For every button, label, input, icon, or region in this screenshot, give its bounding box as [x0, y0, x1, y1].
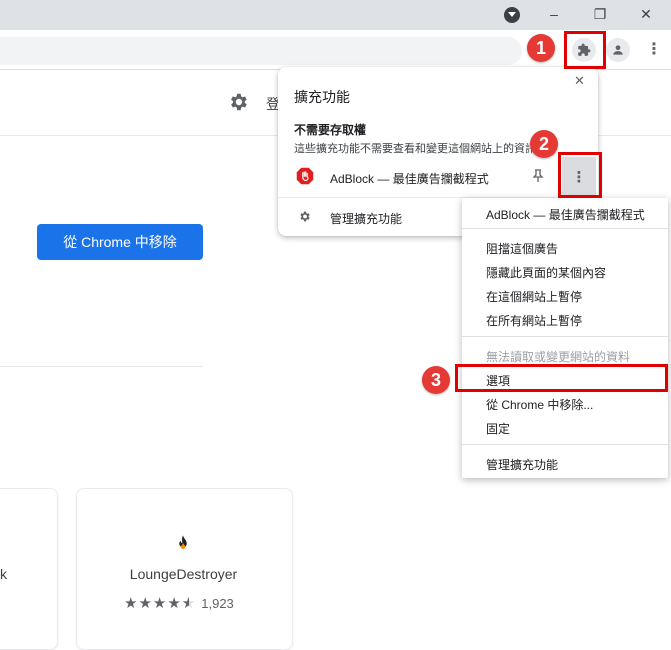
menu-header-adblock[interactable]: AdBlock — 最佳廣告攔截程式: [486, 206, 645, 223]
menu-separator: [462, 228, 668, 229]
star-rating: ★★★★★★ 1,923: [124, 594, 234, 612]
menu-item-pause-all[interactable]: 在所有網站上暫停: [486, 312, 582, 329]
menu-separator: [462, 336, 668, 337]
card-title[interactable]: LoungeDestroyer: [76, 566, 291, 582]
fire-icon: [174, 534, 192, 552]
adblock-extension-name[interactable]: AdBlock — 最佳廣告攔截程式: [330, 170, 489, 187]
title-bar: [0, 0, 671, 30]
profile-avatar[interactable]: [606, 38, 630, 62]
content-divider: [0, 366, 203, 367]
menu-item-hide-content[interactable]: 隱藏此頁面的某個內容: [486, 264, 606, 281]
stars-icon: ★★★★: [124, 595, 182, 612]
manage-gear-icon: [298, 210, 311, 228]
popup-title: 擴充功能: [294, 89, 350, 105]
minimize-button[interactable]: –: [544, 4, 564, 24]
close-window-button[interactable]: ✕: [636, 4, 656, 24]
card-left-partial-text: k: [0, 566, 7, 582]
annotation-number-2: 2: [530, 130, 558, 158]
remove-from-chrome-button[interactable]: 從 Chrome 中移除: [37, 224, 203, 260]
annotation-box-3: [455, 364, 668, 392]
section-title: 不需要存取權: [294, 123, 367, 137]
chrome-menu-button[interactable]: ⋮: [646, 42, 662, 58]
half-star-icon: ★★: [181, 595, 196, 612]
restore-button[interactable]: ❐: [590, 4, 610, 24]
extension-card-left[interactable]: [0, 488, 58, 650]
menu-item-manage-extensions[interactable]: 管理擴充功能: [486, 456, 558, 473]
address-bar[interactable]: [0, 37, 522, 65]
profile-dropdown-icon[interactable]: [502, 5, 522, 25]
section-description: 這些擴充功能不需要查看和變更這個網站上的資訊: [294, 143, 536, 155]
menu-separator: [462, 444, 668, 445]
rating-count: 1,923: [201, 595, 234, 611]
annotation-number-3: 3: [422, 366, 450, 394]
extension-context-menu: AdBlock — 最佳廣告攔截程式 阻擋這個廣告 隱藏此頁面的某個內容 在這個…: [462, 198, 668, 478]
menu-item-block-ad[interactable]: 阻擋這個廣告: [486, 240, 558, 257]
manage-extensions-link[interactable]: 管理擴充功能: [330, 210, 402, 227]
person-icon: [613, 45, 623, 55]
annotation-box-2: [558, 152, 602, 198]
pin-icon[interactable]: [532, 169, 544, 188]
annotation-box-1: [564, 31, 606, 69]
menu-item-remove-from-chrome[interactable]: 從 Chrome 中移除...: [486, 396, 593, 413]
menu-item-pause-site[interactable]: 在這個網站上暫停: [486, 288, 582, 305]
popup-close-icon[interactable]: ✕: [574, 73, 585, 89]
menu-item-pin[interactable]: 固定: [486, 420, 510, 437]
adblock-icon: [296, 167, 314, 190]
settings-gear-icon[interactable]: [227, 91, 249, 118]
annotation-number-1: 1: [527, 34, 555, 62]
menu-item-disabled-access: 無法讀取或變更網站的資料: [486, 350, 631, 364]
